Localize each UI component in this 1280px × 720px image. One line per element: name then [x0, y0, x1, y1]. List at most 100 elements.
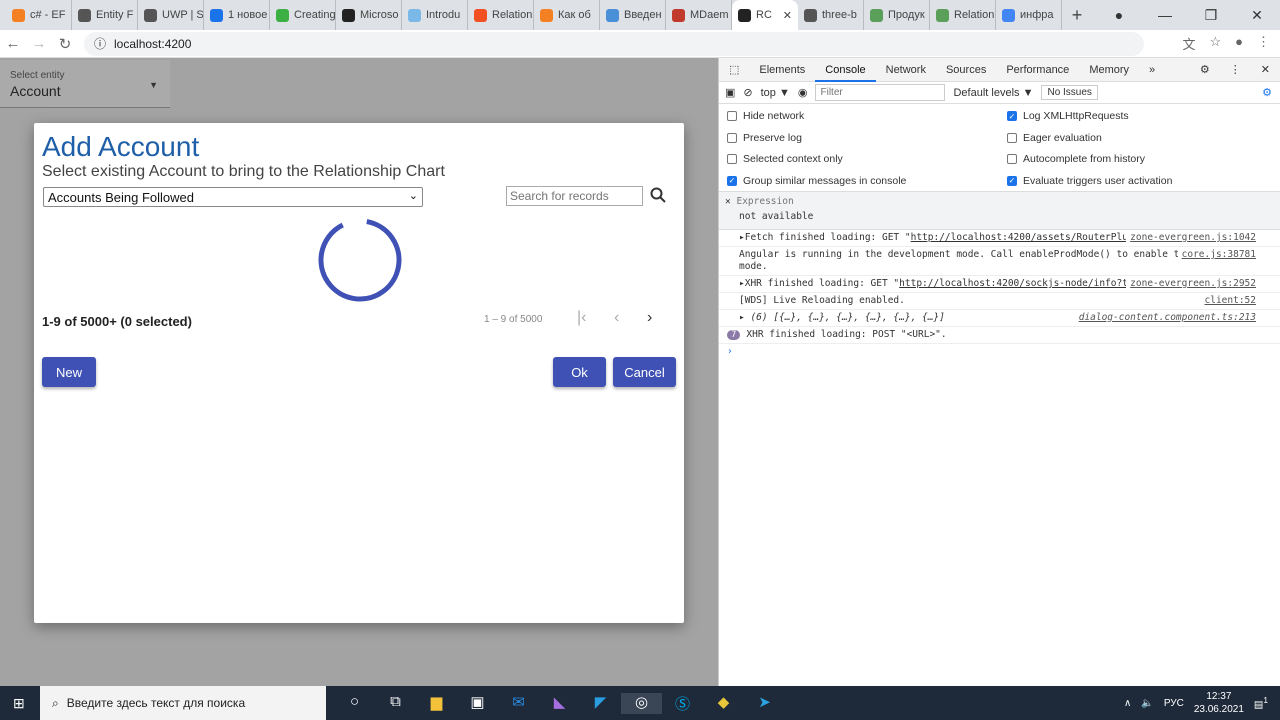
- browser-tab[interactable]: Как об: [534, 0, 600, 30]
- browser-tab[interactable]: Relation: [468, 0, 534, 30]
- source-link[interactable]: core.js:38781: [1177, 249, 1256, 261]
- devtools-tab-memory[interactable]: Memory: [1079, 58, 1139, 82]
- language-indicator[interactable]: РУС: [1164, 698, 1184, 709]
- context-select[interactable]: top ▼: [761, 87, 790, 99]
- filter-input[interactable]: [815, 84, 946, 101]
- browser-tab[interactable]: 1 новое: [204, 0, 270, 30]
- clear-console-icon[interactable]: ⊘: [743, 86, 752, 99]
- browser-tab[interactable]: MDaem: [666, 0, 732, 30]
- taskbar-search[interactable]: ⌕ Введите здесь текст для поиска: [40, 686, 326, 720]
- notifications-icon[interactable]: ▤1: [1254, 695, 1268, 710]
- vscode-icon[interactable]: ◤: [580, 693, 621, 714]
- devtools-tab-console[interactable]: Console: [815, 58, 876, 82]
- telegram-icon[interactable]: ➤: [744, 693, 785, 714]
- browser-tab[interactable]: Creating: [270, 0, 336, 30]
- browser-tab[interactable]: c# - EF: [6, 0, 72, 30]
- setting-checkbox[interactable]: ✓ Log XMLHttpRequests: [1007, 110, 1129, 122]
- browser-tab[interactable]: RC ✕: [732, 0, 798, 30]
- view-select[interactable]: Accounts Being Followed ⌄: [43, 187, 423, 207]
- more-tabs-icon[interactable]: »: [1139, 58, 1165, 82]
- profile-icon[interactable]: ●: [1096, 7, 1142, 24]
- back-button[interactable]: ←: [0, 35, 26, 52]
- setting-checkbox[interactable]: Eager evaluation: [1007, 132, 1102, 144]
- new-button[interactable]: New: [42, 357, 96, 387]
- minimize-button[interactable]: —: [1142, 7, 1188, 24]
- setting-checkbox[interactable]: Autocomplete from history: [1007, 153, 1145, 165]
- inspect-icon[interactable]: ⬚: [719, 58, 749, 82]
- browser-tab[interactable]: Entity F: [72, 0, 138, 30]
- devtools-tab-performance[interactable]: Performance: [996, 58, 1079, 82]
- settings-icon[interactable]: ⚙: [1190, 58, 1220, 82]
- eye-icon[interactable]: ◉: [798, 86, 808, 99]
- console-prompt[interactable]: ›: [719, 344, 1280, 361]
- profile-avatar[interactable]: ●: [1235, 34, 1243, 53]
- browser-tab[interactable]: Relation: [930, 0, 996, 30]
- checkbox[interactable]: [1007, 132, 1017, 143]
- devtools-tab-elements[interactable]: Elements: [749, 58, 815, 82]
- cancel-button[interactable]: Cancel: [613, 357, 676, 387]
- browser-tab[interactable]: Продук: [864, 0, 930, 30]
- mail-icon[interactable]: ✉: [498, 693, 539, 714]
- store-icon[interactable]: ▣: [457, 693, 498, 714]
- checkbox[interactable]: [727, 132, 737, 143]
- checkbox[interactable]: ✓: [1007, 175, 1017, 186]
- skype-icon[interactable]: Ⓢ: [662, 693, 703, 714]
- ok-button[interactable]: Ok: [553, 357, 606, 387]
- setting-checkbox[interactable]: Preserve log: [727, 132, 802, 144]
- translate-icon[interactable]: 文: [1182, 34, 1195, 53]
- app-icon[interactable]: ◆: [703, 693, 744, 714]
- close-window-button[interactable]: ✕: [1234, 7, 1280, 24]
- devtools-tab-sources[interactable]: Sources: [936, 58, 996, 82]
- menu-icon[interactable]: ⋮: [1257, 34, 1270, 53]
- setting-checkbox[interactable]: Hide network: [727, 110, 804, 122]
- source-link[interactable]: zone-evergreen.js:1042: [1126, 232, 1256, 244]
- task-view-icon[interactable]: ⧉: [375, 693, 416, 714]
- close-tab-icon[interactable]: ✕: [783, 9, 792, 22]
- sidebar-toggle-icon[interactable]: ▣: [725, 86, 735, 99]
- volume-icon[interactable]: 🔈: [1141, 698, 1153, 709]
- browser-tab[interactable]: инфра: [996, 0, 1062, 30]
- cortana-icon[interactable]: ○: [334, 693, 375, 714]
- issues-button[interactable]: No Issues: [1041, 85, 1098, 100]
- file-explorer-icon[interactable]: ▆: [416, 693, 457, 714]
- url-input[interactable]: ⓘ localhost:4200: [84, 31, 1144, 56]
- chrome-icon[interactable]: ◎: [621, 692, 662, 714]
- devtools-tab-network[interactable]: Network: [876, 58, 936, 82]
- setting-checkbox[interactable]: ✓ Group similar messages in console: [727, 175, 906, 187]
- setting-checkbox[interactable]: ✓ Evaluate triggers user activation: [1007, 175, 1172, 187]
- forward-button[interactable]: →: [26, 35, 52, 52]
- visual-studio-icon[interactable]: ◣: [539, 693, 580, 714]
- browser-tab[interactable]: Microso: [336, 0, 402, 30]
- browser-tab[interactable]: UWP | S: [138, 0, 204, 30]
- checkbox[interactable]: [727, 111, 737, 121]
- close-icon[interactable]: ✕: [725, 196, 731, 207]
- previous-page-button[interactable]: ‹: [614, 309, 619, 327]
- levels-select[interactable]: Default levels ▼: [953, 87, 1033, 99]
- source-link[interactable]: client:52: [1200, 295, 1256, 307]
- first-page-button[interactable]: |‹: [577, 309, 586, 327]
- source-link[interactable]: dialog-content.component.ts:213: [1074, 312, 1256, 324]
- browser-tab[interactable]: three-b: [798, 0, 864, 30]
- next-page-button[interactable]: ›: [647, 309, 652, 327]
- bookmark-star-icon[interactable]: ☆: [1209, 34, 1221, 53]
- source-link[interactable]: zone-evergreen.js:2952: [1126, 278, 1256, 290]
- close-devtools-icon[interactable]: ✕: [1251, 58, 1280, 82]
- search-input[interactable]: [506, 186, 643, 206]
- console-settings-icon[interactable]: ⚙: [1262, 86, 1272, 99]
- clock[interactable]: 12:37 23.06.2021: [1194, 690, 1244, 716]
- new-tab-button[interactable]: +: [1062, 5, 1092, 26]
- entity-select[interactable]: Select entity Account ▼: [0, 60, 170, 108]
- info-icon[interactable]: ⓘ: [94, 35, 106, 52]
- setting-checkbox[interactable]: Selected context only: [727, 153, 843, 165]
- browser-tab[interactable]: Introdu: [402, 0, 468, 30]
- checkbox[interactable]: [1007, 154, 1017, 164]
- tray-chevron-icon[interactable]: ∧: [1124, 698, 1131, 709]
- checkbox[interactable]: ✓: [1007, 111, 1017, 121]
- checkbox[interactable]: ✓: [727, 175, 737, 186]
- more-options-icon[interactable]: ⋮: [1220, 58, 1251, 82]
- checkbox[interactable]: [727, 154, 737, 164]
- reload-button[interactable]: ↻: [52, 35, 78, 53]
- search-icon[interactable]: [650, 187, 666, 203]
- windows-start-icon[interactable]: ⊞: [13, 695, 25, 712]
- browser-tab[interactable]: Введен: [600, 0, 666, 30]
